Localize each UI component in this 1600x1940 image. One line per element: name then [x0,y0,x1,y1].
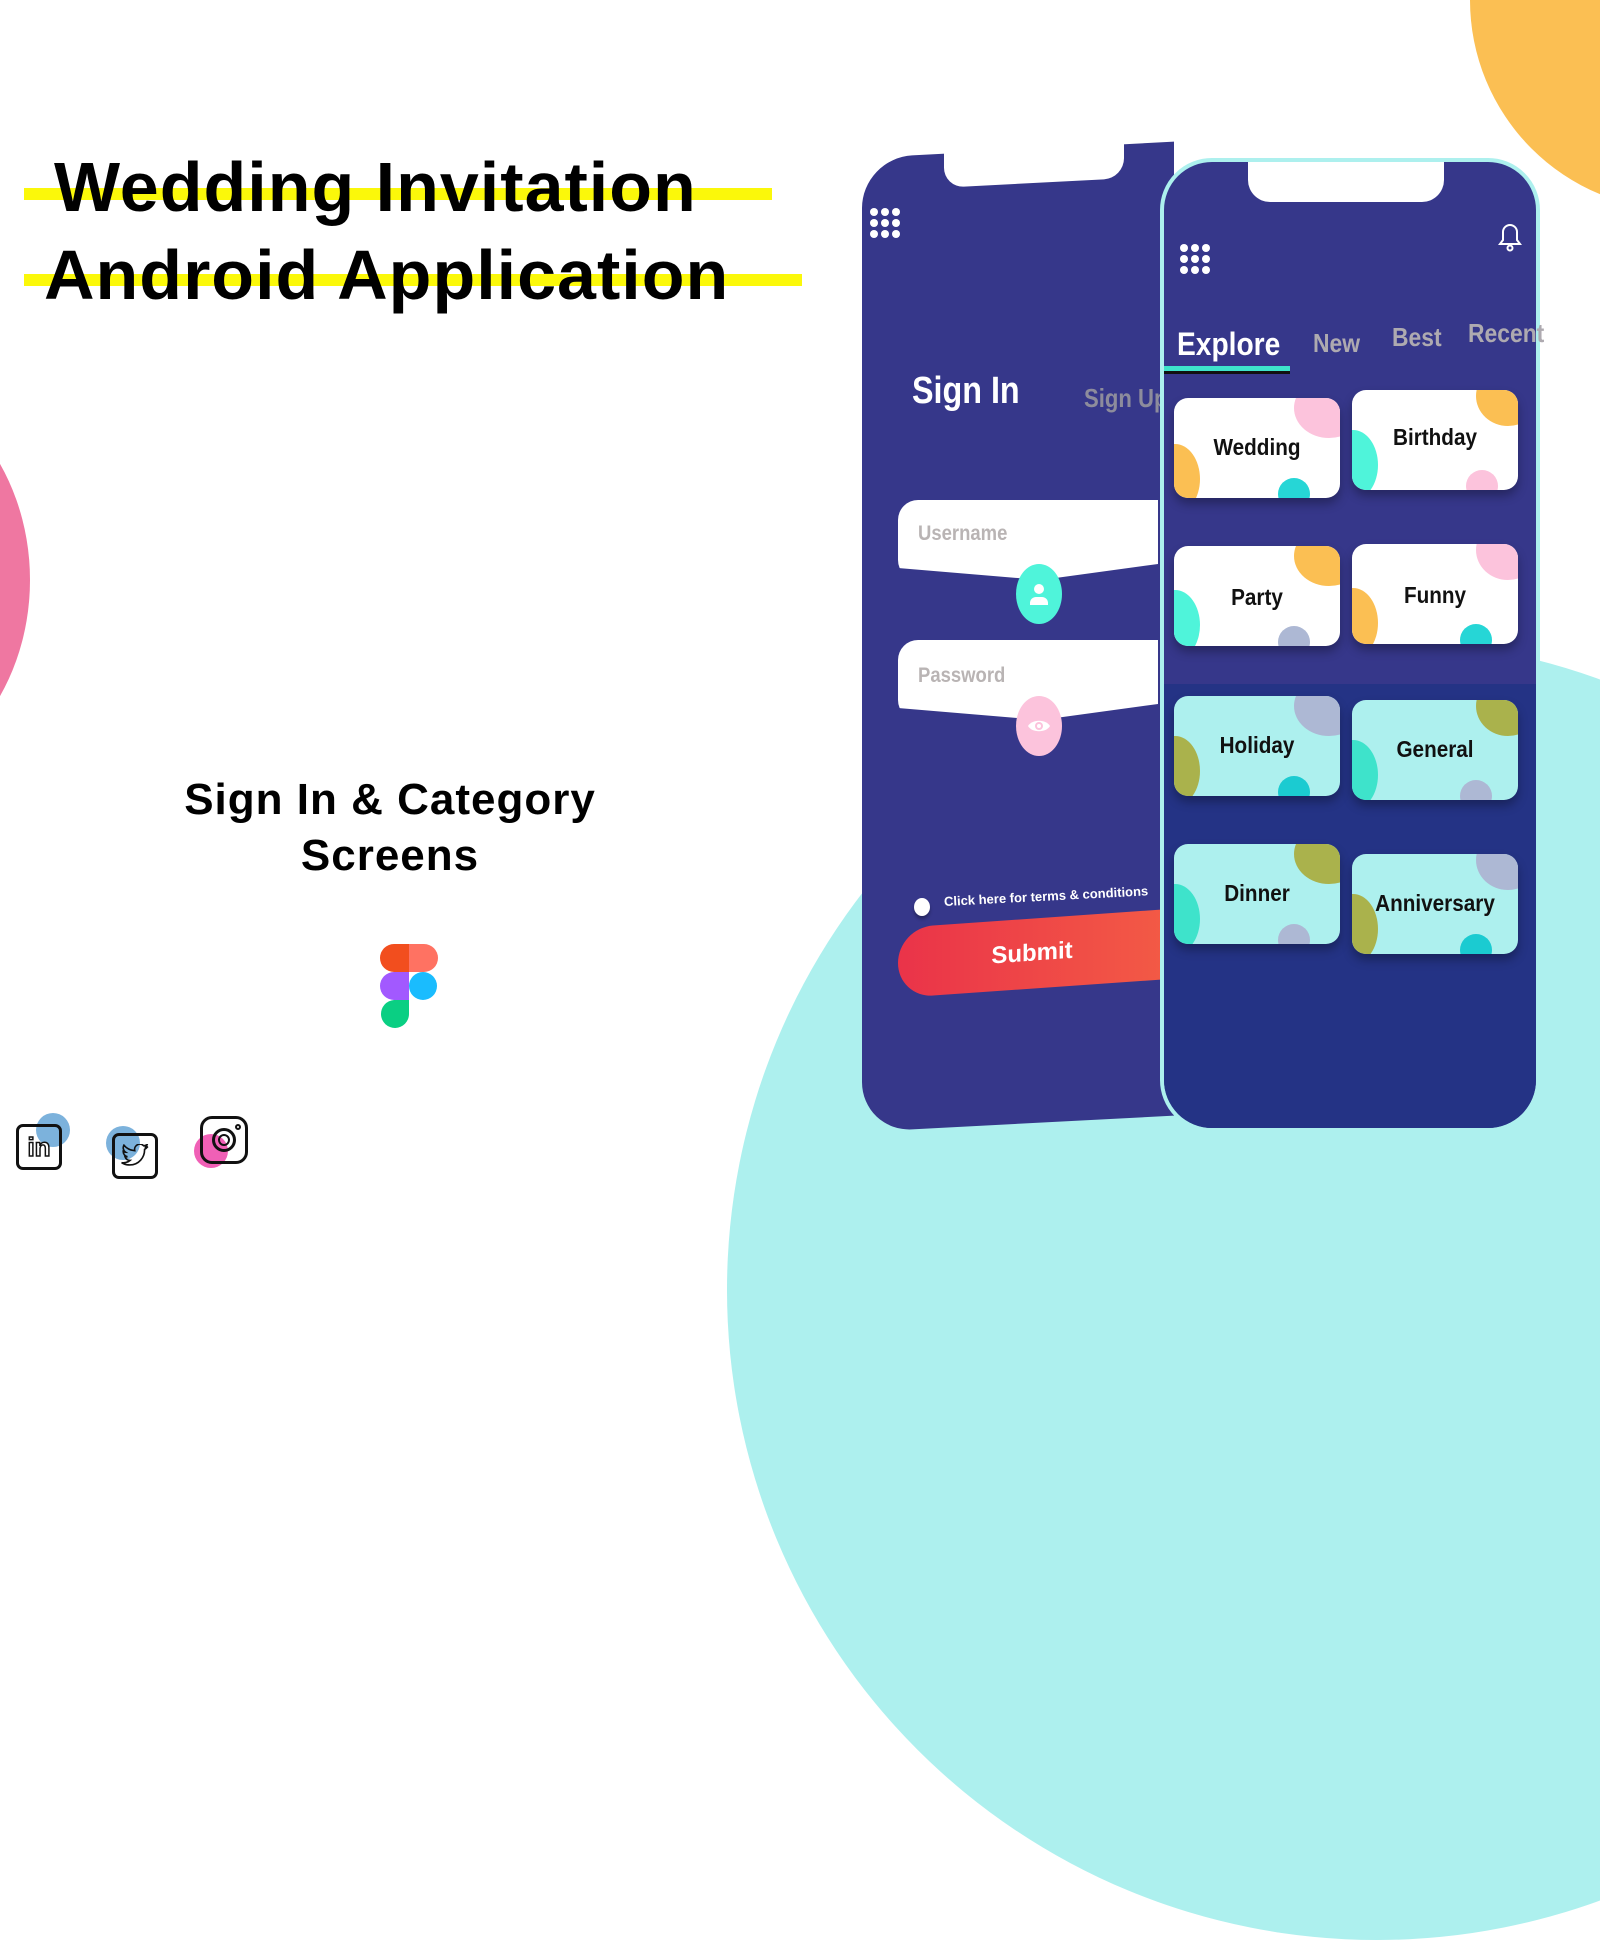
page-title-line-1: Wedding Invitation [54,148,697,226]
bell-icon[interactable] [1498,222,1522,252]
signin-title-tab[interactable]: Sign In [912,370,1020,413]
subtitle-line-2: Screens [300,831,480,880]
submit-label: Submit [991,936,1073,970]
signin-menu-grid-icon[interactable] [870,208,900,238]
instagram-icon[interactable] [200,1116,248,1164]
page-subtitle: Sign In & Category Screens [110,772,670,884]
category-card-party[interactable]: Party [1174,546,1340,646]
category-card-general[interactable]: General [1352,700,1518,800]
user-icon [1016,564,1062,624]
phone-notch [1248,162,1444,202]
category-menu-grid-icon[interactable] [1180,244,1210,274]
twitter-icon[interactable] [112,1133,158,1179]
page-title-line-2: Android Application [44,236,730,314]
figma-logo-icon [380,944,438,1028]
decorative-pink-circle [0,370,30,790]
tab-best[interactable]: Best [1392,322,1442,353]
category-card-funny[interactable]: Funny [1352,544,1518,644]
eye-icon[interactable] [1016,696,1062,756]
subtitle-line-1: Sign In & Category [184,775,596,824]
category-card-wedding[interactable]: Wedding [1174,398,1340,498]
category-card-holiday[interactable]: Holiday [1174,696,1340,796]
category-card-birthday[interactable]: Birthday [1352,390,1518,490]
linkedin-icon[interactable]: in [16,1124,62,1170]
twitter-bird-glyph [121,1144,149,1166]
tab-explore[interactable]: Explore [1177,326,1280,363]
password-placeholder: Password [918,664,1006,687]
instagram-lens-inner [218,1134,230,1146]
category-card-anniversary[interactable]: Anniversary [1352,854,1518,954]
terms-radio[interactable] [914,898,930,916]
username-placeholder: Username [918,522,1008,545]
tab-new[interactable]: New [1313,328,1360,359]
active-tab-indicator [1164,366,1290,371]
signup-tab[interactable]: Sign Up [1084,383,1167,414]
tab-recent[interactable]: Recent [1468,318,1544,349]
category-card-dinner[interactable]: Dinner [1174,844,1340,944]
instagram-flash [235,1124,241,1130]
phone-notch [944,140,1124,188]
